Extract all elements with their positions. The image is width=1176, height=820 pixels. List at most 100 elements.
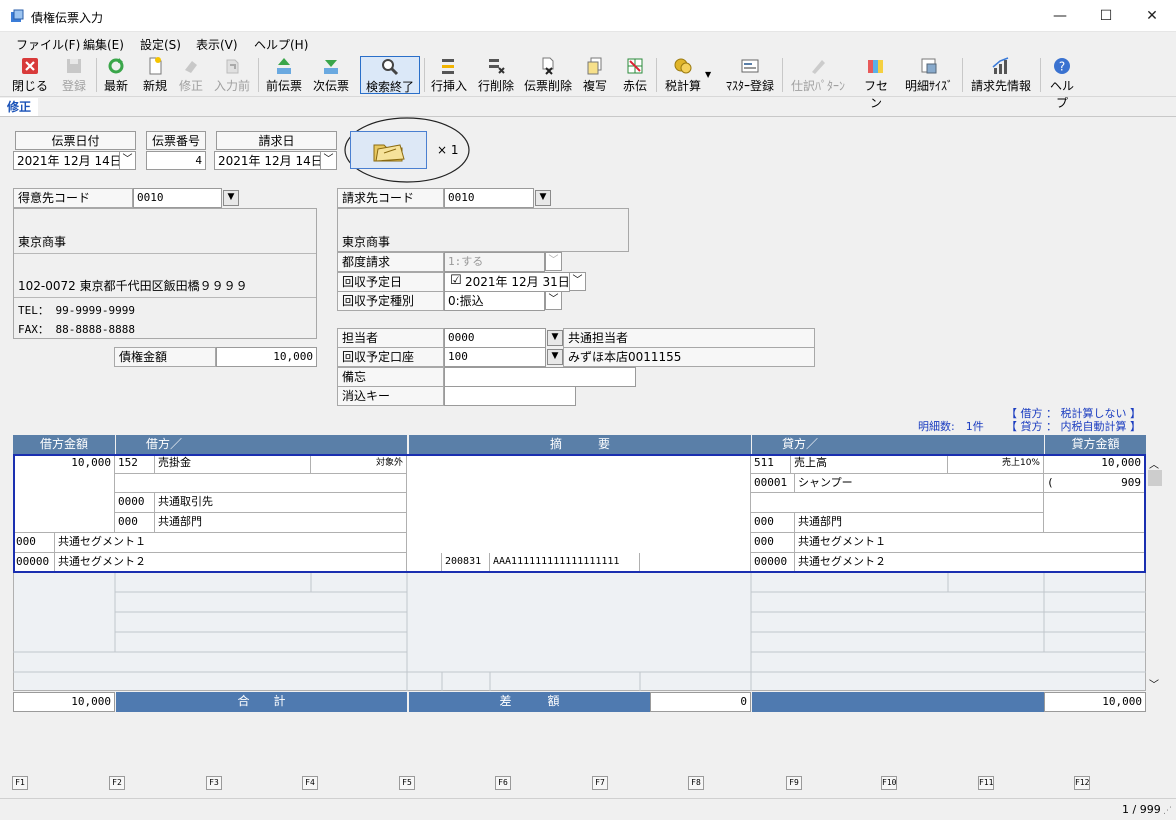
amount-field[interactable]: 10,000 bbox=[216, 347, 317, 367]
slip-date-dropdown[interactable]: ﹀ bbox=[119, 151, 136, 170]
fkey-f11[interactable]: F11 bbox=[978, 776, 994, 790]
collect-type-field[interactable]: 0:振込 bbox=[444, 291, 545, 311]
credit-sub-account[interactable]: シャンプー bbox=[795, 474, 1044, 493]
account-dropdown[interactable]: ▼ bbox=[547, 349, 563, 365]
customer-code-field[interactable]: 0010 bbox=[133, 188, 222, 208]
debit-account[interactable]: 売掛金 bbox=[155, 454, 311, 474]
register-button[interactable]: 登録 bbox=[56, 56, 92, 94]
summary-extra[interactable] bbox=[640, 553, 751, 573]
debit-dept[interactable]: 共通部門 bbox=[155, 513, 407, 533]
credit-tax-class[interactable]: 売上10% bbox=[948, 454, 1044, 474]
fkey-f6[interactable]: F6 bbox=[495, 776, 511, 790]
fkey-f8[interactable]: F8 bbox=[688, 776, 704, 790]
debit-seg2-code[interactable]: 00000 bbox=[13, 553, 55, 573]
credit-dept[interactable]: 共通部門 bbox=[795, 513, 1044, 533]
collect-date-checkbox[interactable]: ☑ bbox=[450, 273, 462, 288]
summary-blank[interactable] bbox=[407, 553, 442, 573]
scroll-down-icon[interactable]: ﹀ bbox=[1149, 676, 1159, 691]
menu-view[interactable]: 表示(V) bbox=[196, 36, 238, 53]
account-code-field[interactable]: 100 bbox=[444, 347, 546, 367]
summary-cell[interactable] bbox=[407, 454, 751, 553]
credit-sub-code[interactable]: 00001 bbox=[751, 474, 795, 493]
billing-code-dropdown[interactable]: ▼ bbox=[535, 190, 551, 206]
fusen-button[interactable]: フセン bbox=[859, 56, 893, 110]
fkey-f4[interactable]: F4 bbox=[302, 776, 318, 790]
credit-seg2-code[interactable]: 00000 bbox=[751, 553, 795, 573]
minimize-button[interactable]: — bbox=[1037, 0, 1083, 32]
menu-edit[interactable]: 編集(E) bbox=[83, 36, 124, 53]
credit-account[interactable]: 売上高 bbox=[791, 454, 948, 474]
each-bill-field[interactable]: 1:する bbox=[444, 252, 545, 272]
slip-delete-button[interactable]: 伝票削除 bbox=[522, 56, 574, 94]
fkey-f2[interactable]: F2 bbox=[109, 776, 125, 790]
detail-size-button[interactable]: 明細ｻｲｽﾞ bbox=[903, 56, 955, 94]
collect-date-dropdown[interactable]: ﹀ bbox=[569, 272, 586, 291]
credit-seg1[interactable]: 共通セグメント１ bbox=[795, 533, 1145, 553]
row-delete-button[interactable]: 行削除 bbox=[476, 56, 516, 94]
menu-help[interactable]: ヘルプ(H) bbox=[254, 36, 308, 53]
fkey-f9[interactable]: F9 bbox=[786, 776, 802, 790]
billing-code-field[interactable]: 0010 bbox=[444, 188, 534, 208]
latest-button[interactable]: 最新 bbox=[100, 56, 132, 94]
debit-account-code[interactable]: 152 bbox=[115, 454, 155, 474]
debit-partner-code[interactable]: 0000 bbox=[115, 493, 155, 513]
credit-amount-blank[interactable] bbox=[1044, 493, 1145, 533]
modify-button[interactable]: 修正 bbox=[175, 56, 207, 94]
debit-dept-code[interactable]: 000 bbox=[115, 513, 155, 533]
summary-text[interactable]: AAA111111111111111111 bbox=[490, 553, 640, 573]
fkey-f12[interactable]: F12 bbox=[1074, 776, 1090, 790]
credit-partner[interactable] bbox=[751, 493, 1044, 513]
billing-info-button[interactable]: 請求先情報 bbox=[968, 56, 1034, 94]
fkey-f7[interactable]: F7 bbox=[592, 776, 608, 790]
debit-seg1-code[interactable]: 000 bbox=[13, 533, 55, 553]
help-button[interactable]: ? ヘルプ bbox=[1045, 56, 1079, 110]
next-slip-button[interactable]: 次伝票 bbox=[311, 56, 351, 94]
bill-date-field[interactable]: 2021年 12月 14日 bbox=[214, 151, 321, 170]
each-bill-dropdown[interactable]: ﹀ bbox=[545, 252, 562, 271]
chevron-down-icon[interactable]: ▼ bbox=[705, 70, 711, 79]
debit-seg1[interactable]: 共通セグメント１ bbox=[55, 533, 407, 553]
tab-modify[interactable]: 修正 bbox=[0, 98, 38, 116]
collect-date-field[interactable]: 2021年 12月 31日 bbox=[444, 272, 570, 292]
debit-tax-class[interactable]: 対象外 bbox=[311, 454, 407, 474]
debit-seg2[interactable]: 共通セグメント２ bbox=[55, 553, 407, 573]
grid-scrollbar[interactable] bbox=[1147, 454, 1163, 691]
fkey-f5[interactable]: F5 bbox=[399, 776, 415, 790]
journal-pattern-button[interactable]: 仕訳ﾊﾟﾀｰﾝ bbox=[788, 56, 848, 94]
menu-settings[interactable]: 設定(S) bbox=[140, 36, 181, 53]
bill-date-dropdown[interactable]: ﹀ bbox=[320, 151, 337, 170]
staff-dropdown[interactable]: ▼ bbox=[547, 330, 563, 346]
close-button[interactable]: 閉じる bbox=[10, 56, 50, 94]
staff-code-field[interactable]: 0000 bbox=[444, 328, 546, 348]
maximize-button[interactable]: ☐ bbox=[1083, 0, 1129, 32]
table-row[interactable]: 10,000 152 売掛金 対象外 0000 共通取引先 000 共通部門 0… bbox=[13, 454, 1146, 573]
debit-amount-cell[interactable]: 10,000 bbox=[13, 454, 115, 533]
slip-date-field[interactable]: 2021年 12月 14日 bbox=[13, 151, 120, 170]
debit-sub-account[interactable] bbox=[115, 474, 407, 493]
credit-tax-amount[interactable]: 909 bbox=[1074, 474, 1145, 493]
scroll-thumb[interactable] bbox=[1148, 470, 1162, 486]
search-end-button[interactable]: 検索終了 bbox=[360, 56, 420, 94]
new-button[interactable]: 新規 bbox=[139, 56, 171, 94]
prev-input-button[interactable]: 入力前 bbox=[212, 56, 252, 94]
credit-seg1-code[interactable]: 000 bbox=[751, 533, 795, 553]
collect-type-dropdown[interactable]: ﹀ bbox=[545, 291, 562, 310]
clear-key-field[interactable] bbox=[444, 386, 576, 406]
close-window-button[interactable]: ✕ bbox=[1129, 0, 1175, 32]
credit-account-code[interactable]: 511 bbox=[751, 454, 791, 474]
tax-calc-button[interactable]: 税計算 bbox=[662, 56, 704, 94]
menu-file[interactable]: ファイル(F) bbox=[16, 36, 80, 53]
attachment-button[interactable] bbox=[350, 131, 427, 169]
copy-button[interactable]: 複写 bbox=[580, 56, 610, 94]
credit-amount-cell[interactable]: 10,000 bbox=[1044, 454, 1145, 474]
row-insert-button[interactable]: 行挿入 bbox=[429, 56, 469, 94]
scroll-up-icon[interactable]: ︿ bbox=[1149, 456, 1159, 471]
fkey-f3[interactable]: F3 bbox=[206, 776, 222, 790]
credit-dept-code[interactable]: 000 bbox=[751, 513, 795, 533]
debit-partner[interactable]: 共通取引先 bbox=[155, 493, 407, 513]
customer-code-dropdown[interactable]: ▼ bbox=[223, 190, 239, 206]
master-register-button[interactable]: ﾏｽﾀｰ登録 bbox=[724, 56, 776, 94]
memo-field[interactable] bbox=[444, 367, 636, 387]
red-slip-button[interactable]: 赤伝 bbox=[620, 56, 650, 94]
fkey-f1[interactable]: F1 bbox=[12, 776, 28, 790]
